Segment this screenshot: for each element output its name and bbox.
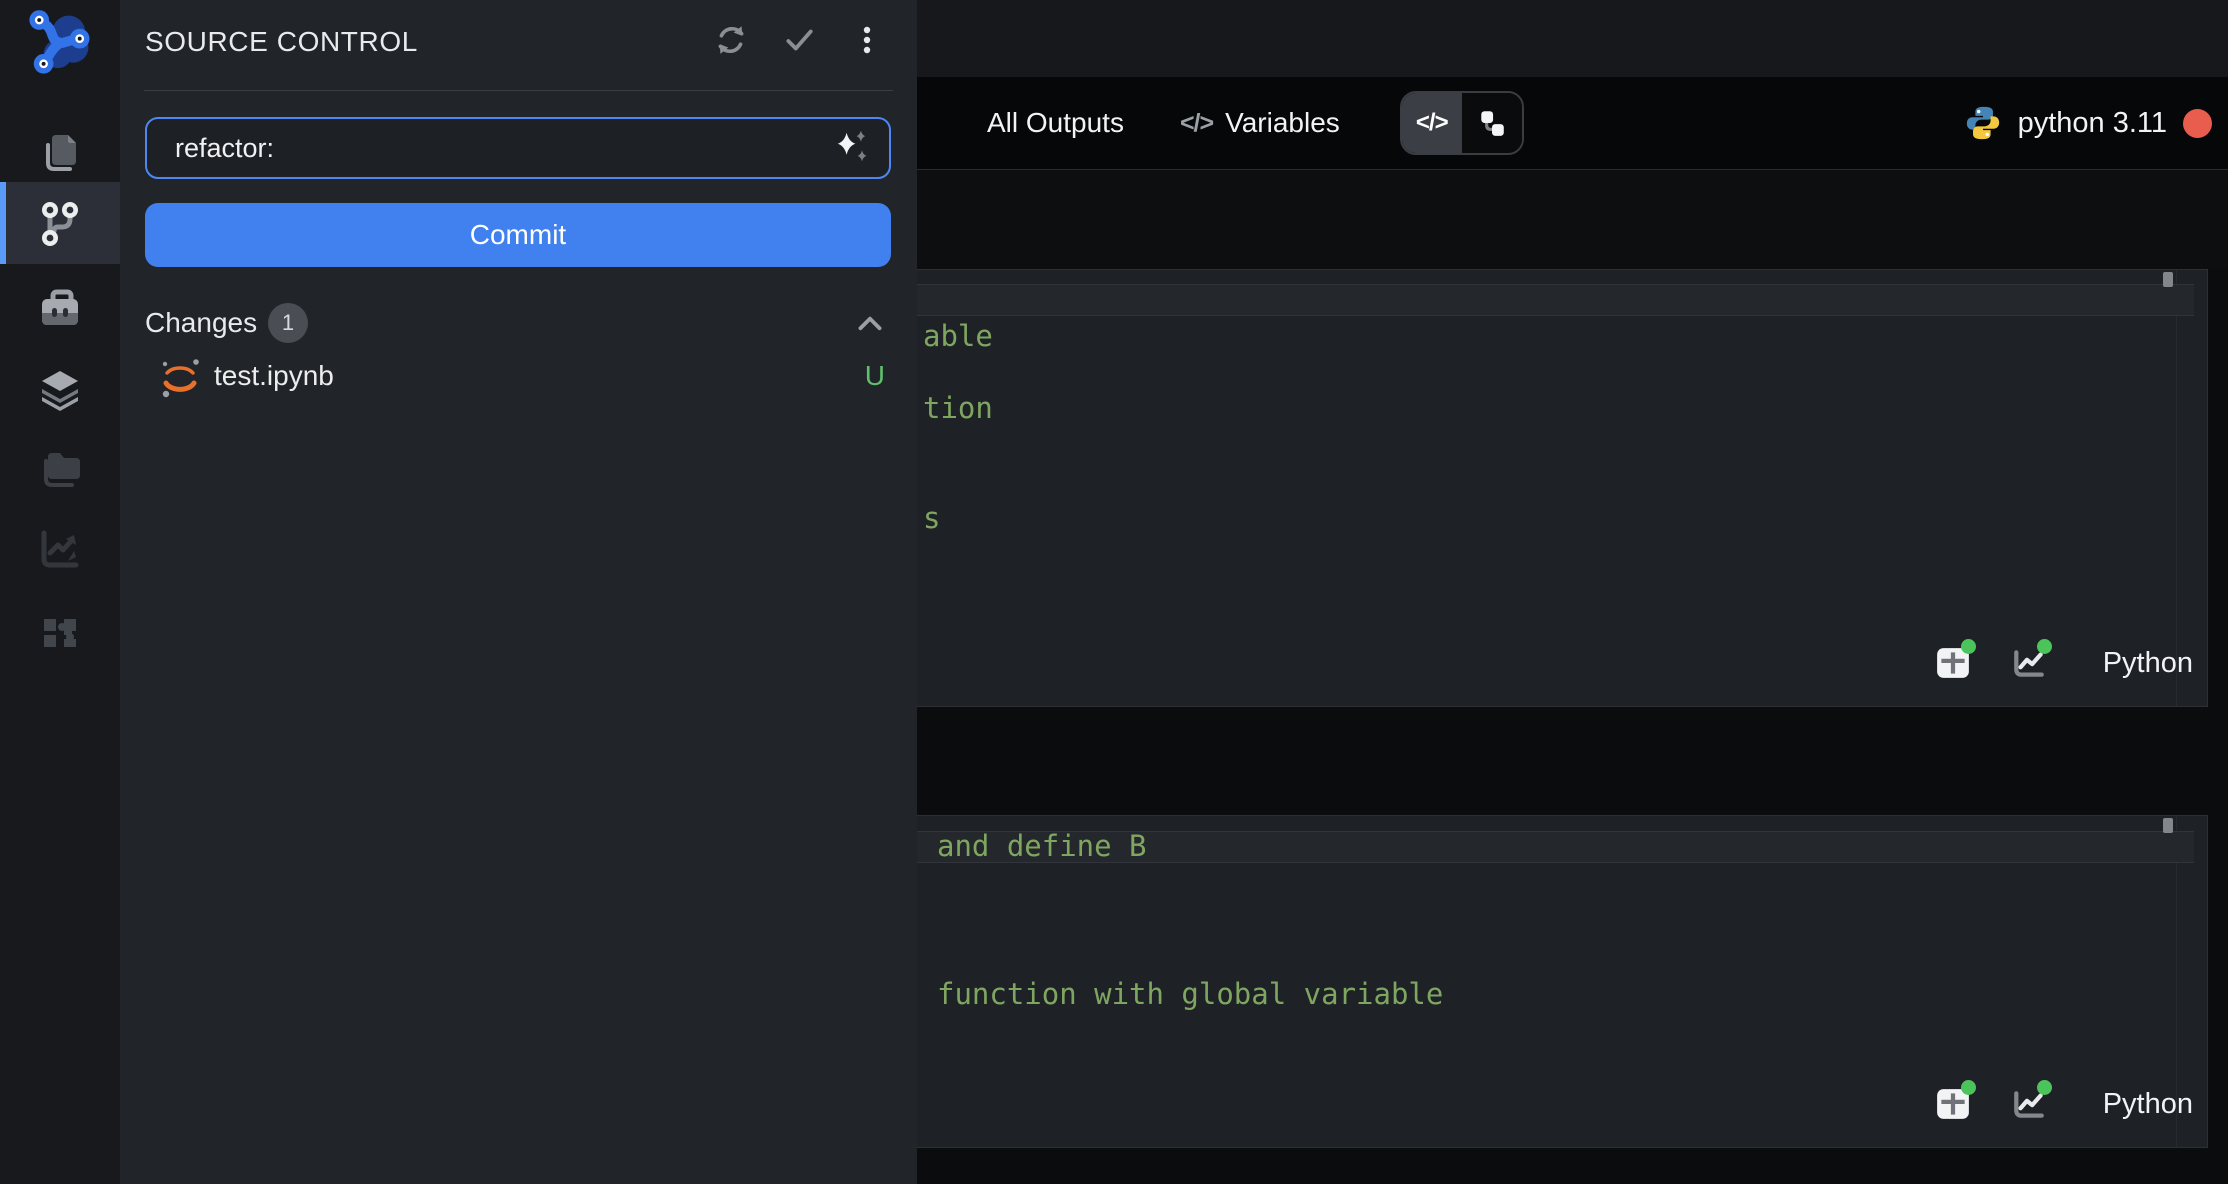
app-logo[interactable] <box>22 8 98 78</box>
sidebar-item-source-control[interactable] <box>0 182 120 264</box>
output-ready-dot <box>2037 1080 2052 1095</box>
code-view-toggle[interactable]: </> <box>1402 93 1462 153</box>
sidebar-item-layers[interactable] <box>0 348 120 430</box>
source-control-header: SOURCE CONTROL <box>120 0 917 80</box>
notebook-editor-area: All Outputs </> Variables </> <box>917 0 2228 1184</box>
output-ready-dot <box>1961 1080 1976 1095</box>
changes-section-header[interactable]: Changes 1 <box>120 303 917 347</box>
cell-scrollbar[interactable] <box>2163 272 2173 287</box>
variables-label: Variables <box>1225 107 1340 139</box>
sidebar-item-charts[interactable] <box>0 508 120 590</box>
kernel-status[interactable]: python 3.11 <box>1964 104 2212 142</box>
chart-output-button[interactable] <box>2011 646 2047 680</box>
current-line-highlight <box>917 284 2194 316</box>
table-output-button[interactable] <box>1935 646 1971 680</box>
notebook-cell[interactable]: and define B function with global variab… <box>917 815 2208 1148</box>
toolbox-icon <box>36 285 84 333</box>
jupyter-notebook-icon <box>158 356 202 400</box>
sidebar-item-toolbox[interactable] <box>0 268 120 350</box>
changed-file-row[interactable]: test.ipynb U <box>120 352 917 402</box>
python-logo-icon <box>1964 104 2002 142</box>
ai-sparkle-icon[interactable] <box>829 124 873 173</box>
commit-message-input[interactable]: refactor: <box>145 117 891 179</box>
view-mode-toggle: </> <box>1400 91 1524 155</box>
kebab-menu-icon <box>851 24 883 56</box>
code-comment[interactable]: able <box>923 320 993 352</box>
more-actions-button[interactable] <box>849 22 885 58</box>
code-comment[interactable]: s <box>923 502 940 534</box>
output-ready-dot <box>2037 639 2052 654</box>
panel-title: SOURCE CONTROL <box>145 26 418 58</box>
file-name: test.ipynb <box>214 360 334 392</box>
cell-output-bar: Python <box>1935 646 2193 680</box>
notebook-app-window: SOURCE CONTROL <box>0 0 2228 1184</box>
commit-button[interactable]: Commit <box>145 203 891 267</box>
chevron-up-icon[interactable] <box>853 307 887 346</box>
variables-button[interactable]: </> Variables <box>1180 107 1340 139</box>
cell-language-label[interactable]: Python <box>2103 647 2193 680</box>
table-output-button[interactable] <box>1935 1087 1971 1121</box>
files-icon <box>36 129 84 177</box>
source-control-icon <box>36 199 84 247</box>
notebook-cell[interactable]: able tion s <box>917 269 2208 707</box>
graph-view-icon <box>1477 108 1507 138</box>
current-line-highlight: and define B <box>917 831 2194 863</box>
header-divider <box>144 90 893 91</box>
refresh-button[interactable] <box>713 22 749 58</box>
app-logo-icon <box>22 8 98 78</box>
kernel-label: python 3.11 <box>2018 107 2167 140</box>
code-comment[interactable]: and define B <box>937 832 1147 861</box>
output-ready-dot <box>1961 639 1976 654</box>
layers-icon <box>36 365 84 413</box>
activity-bar <box>0 0 121 1184</box>
code-comment[interactable]: function with global variable <box>937 978 1443 1010</box>
refresh-icon <box>714 23 748 57</box>
kernel-busy-indicator[interactable] <box>2183 109 2212 138</box>
file-status-badge: U <box>865 360 885 392</box>
code-comment[interactable]: tion <box>923 392 993 424</box>
sidebar-item-folders[interactable] <box>0 426 120 508</box>
notebook-toolbar: All Outputs </> Variables </> <box>917 77 2228 170</box>
cell-output-bar: Python <box>1935 1087 2193 1121</box>
changes-count-badge: 1 <box>268 303 308 343</box>
chart-icon <box>36 525 84 573</box>
check-icon <box>782 23 816 57</box>
sidebar-item-integrations[interactable] <box>0 592 120 674</box>
puzzle-icon <box>36 609 84 657</box>
editor-gap-strip <box>917 170 2228 269</box>
source-control-panel: SOURCE CONTROL <box>120 0 917 1184</box>
changes-label: Changes <box>145 307 257 339</box>
code-glyph-icon: </> <box>1180 109 1213 138</box>
chart-output-button[interactable] <box>2011 1087 2047 1121</box>
all-outputs-button[interactable]: All Outputs <box>987 107 1124 139</box>
graph-view-toggle[interactable] <box>1462 93 1522 153</box>
cell-language-label[interactable]: Python <box>2103 1088 2193 1121</box>
folder-icon <box>36 443 84 491</box>
cell-scrollbar[interactable] <box>2163 818 2173 833</box>
editor-top-strip <box>917 0 2228 77</box>
confirm-button[interactable] <box>781 22 817 58</box>
commit-message-value: refactor: <box>175 133 829 164</box>
